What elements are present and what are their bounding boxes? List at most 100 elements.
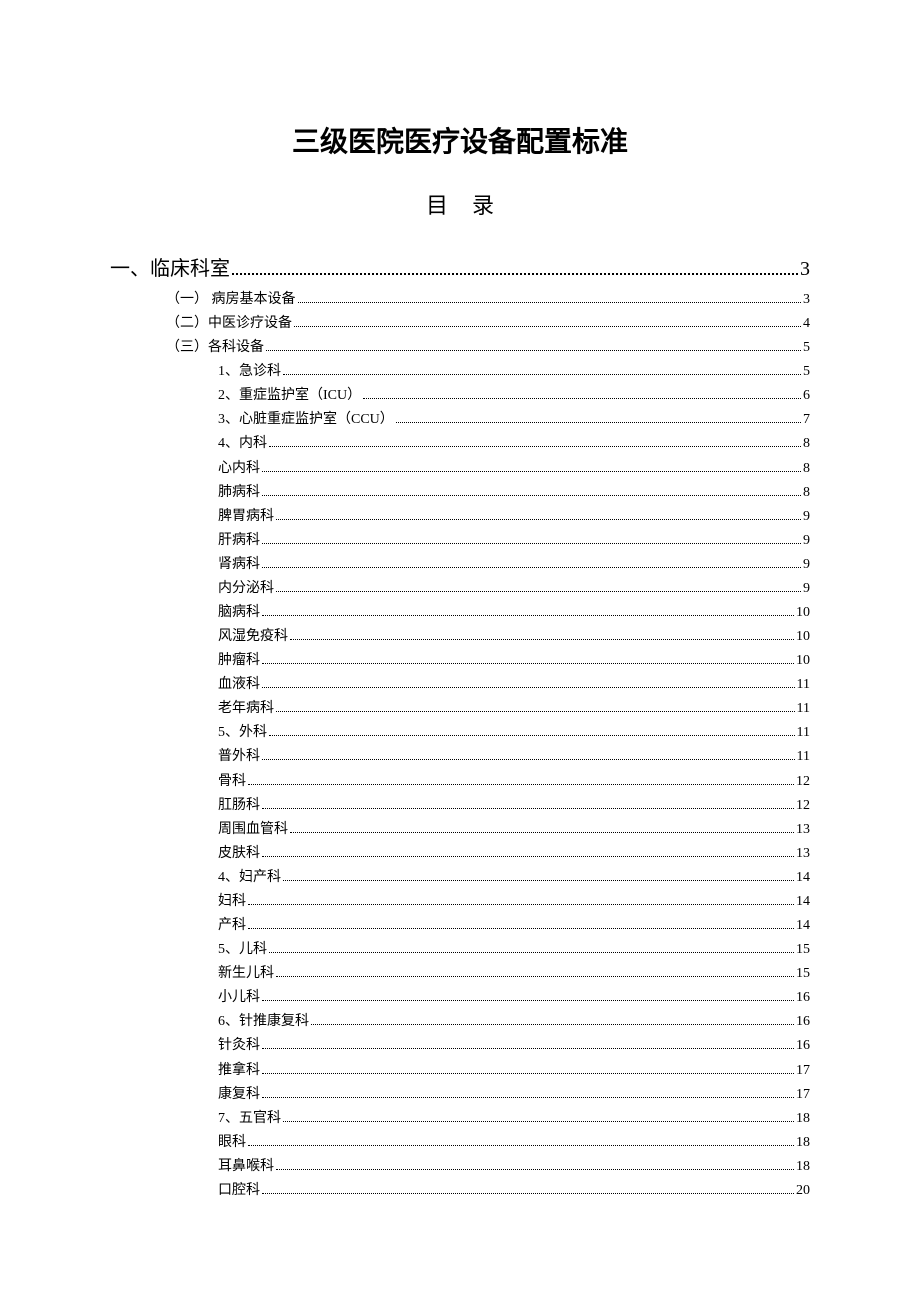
toc-entry[interactable]: 产科14 <box>110 914 810 938</box>
toc-entry-label: 心内科 <box>218 457 260 481</box>
toc-entry-label: 4、内科 <box>218 432 267 456</box>
toc-entry[interactable]: 周围血管科13 <box>110 818 810 842</box>
toc-entry-page: 11 <box>797 673 810 697</box>
toc-entry-page: 5 <box>803 336 810 360</box>
toc-entry-page: 11 <box>797 697 810 721</box>
toc-entry-page: 10 <box>796 601 810 625</box>
toc-entry-label: 康复科 <box>218 1083 260 1107</box>
toc-entry[interactable]: （三）各科设备5 <box>110 336 810 360</box>
toc-entry-page: 12 <box>796 794 810 818</box>
toc-entry[interactable]: 老年病科 11 <box>110 697 810 721</box>
toc-entry-label: 5、儿科 <box>218 938 267 962</box>
toc-entry[interactable]: （一） 病房基本设备 3 <box>110 288 810 312</box>
toc-entry-page: 5 <box>803 360 810 384</box>
toc-entry[interactable]: 脑病科 10 <box>110 601 810 625</box>
toc-leader-dots <box>269 735 795 736</box>
toc-entry[interactable]: 7、五官科18 <box>110 1107 810 1131</box>
toc-entry-label: 普外科 <box>218 745 260 769</box>
toc-leader-dots <box>276 519 801 520</box>
toc-entry-label: 老年病科 <box>218 697 274 721</box>
toc-entry[interactable]: 妇科14 <box>110 890 810 914</box>
toc-leader-dots <box>262 1048 794 1049</box>
toc-entry-page: 11 <box>797 745 810 769</box>
toc-leader-dots <box>248 904 794 905</box>
toc-leader-dots <box>276 976 794 977</box>
toc-entry-page: 7 <box>803 408 810 432</box>
toc-entry-page: 3 <box>800 250 810 288</box>
toc-entry[interactable]: 心内科8 <box>110 457 810 481</box>
toc-entry[interactable]: 肺病科8 <box>110 481 810 505</box>
toc-entry[interactable]: 骨科12 <box>110 770 810 794</box>
toc-entry[interactable]: 普外科 11 <box>110 745 810 769</box>
toc-entry-page: 16 <box>796 1034 810 1058</box>
toc-entry[interactable]: 皮肤科13 <box>110 842 810 866</box>
toc-entry[interactable]: 眼科18 <box>110 1131 810 1155</box>
toc-leader-dots <box>262 663 794 664</box>
toc-entry[interactable]: 4、内科8 <box>110 432 810 456</box>
toc-leader-dots <box>262 808 794 809</box>
toc-leader-dots <box>283 374 801 375</box>
toc-entry-page: 11 <box>797 721 810 745</box>
toc-entry-page: 4 <box>803 312 810 336</box>
toc-entry-page: 6 <box>803 384 810 408</box>
toc-entry-label: 骨科 <box>218 770 246 794</box>
toc-leader-dots <box>262 687 795 688</box>
toc-entry[interactable]: 肛肠科12 <box>110 794 810 818</box>
toc-leader-dots <box>262 1193 794 1194</box>
toc-leader-dots <box>262 759 795 760</box>
toc-entry[interactable]: 小儿科16 <box>110 986 810 1010</box>
toc-entry-label: 2、重症监护室（ICU） <box>218 384 361 408</box>
toc-entry-page: 8 <box>803 481 810 505</box>
document-title: 三级医院医疗设备配置标准 <box>110 120 810 160</box>
toc-leader-dots <box>262 1097 794 1098</box>
toc-entry-page: 3 <box>803 288 810 312</box>
toc-leader-dots <box>311 1024 794 1025</box>
toc-entry-page: 15 <box>796 962 810 986</box>
toc-entry-label: 7、五官科 <box>218 1107 281 1131</box>
toc-entry-page: 9 <box>803 505 810 529</box>
toc-leader-dots <box>266 350 801 351</box>
toc-entry[interactable]: 4、妇产科14 <box>110 866 810 890</box>
toc-entry-label: 推拿科 <box>218 1059 260 1083</box>
toc-entry-label: 脑病科 <box>218 601 260 625</box>
toc-leader-dots <box>294 326 801 327</box>
toc-leader-dots <box>276 1169 794 1170</box>
toc-entry[interactable]: 肝病科9 <box>110 529 810 553</box>
toc-entry-label: 3、心脏重症监护室（CCU） <box>218 408 394 432</box>
toc-entry[interactable]: 3、心脏重症监护室（CCU） 7 <box>110 408 810 432</box>
toc-entry[interactable]: 脾胃病科9 <box>110 505 810 529</box>
toc-entry[interactable]: 5、外科11 <box>110 721 810 745</box>
toc-leader-dots <box>262 856 794 857</box>
toc-entry-label: 小儿科 <box>218 986 260 1010</box>
toc-entry[interactable]: 推拿科17 <box>110 1059 810 1083</box>
toc-entry[interactable]: 新生儿科15 <box>110 962 810 986</box>
toc-leader-dots <box>262 615 794 616</box>
toc-entry-label: 一、临床科室 <box>110 250 230 288</box>
toc-entry[interactable]: 血液科11 <box>110 673 810 697</box>
toc-entry[interactable]: 肾病科9 <box>110 553 810 577</box>
toc-entry[interactable]: （二）中医诊疗设备4 <box>110 312 810 336</box>
toc-entry[interactable]: 内分泌科9 <box>110 577 810 601</box>
toc-entry[interactable]: 1、急诊科 5 <box>110 360 810 384</box>
toc-leader-dots <box>262 471 801 472</box>
toc-leader-dots <box>262 1073 794 1074</box>
toc-leader-dots <box>396 422 801 423</box>
toc-entry[interactable]: 5、儿科15 <box>110 938 810 962</box>
toc-leader-dots <box>276 591 801 592</box>
toc-entry[interactable]: 肿瘤科10 <box>110 649 810 673</box>
toc-entry[interactable]: 一、临床科室 3 <box>110 250 810 288</box>
toc-leader-dots <box>298 302 802 303</box>
toc-entry-label: （一） 病房基本设备 <box>166 288 296 312</box>
toc-leader-dots <box>262 1000 794 1001</box>
toc-entry[interactable]: 耳鼻喉科18 <box>110 1155 810 1179</box>
toc-entry[interactable]: 2、重症监护室（ICU） 6 <box>110 384 810 408</box>
toc-leader-dots <box>262 495 801 496</box>
toc-entry[interactable]: 风湿免疫科10 <box>110 625 810 649</box>
toc-leader-dots <box>248 1145 794 1146</box>
toc-entry[interactable]: 针灸科16 <box>110 1034 810 1058</box>
toc-entry-label: 1、急诊科 <box>218 360 281 384</box>
toc-entry[interactable]: 6、针推康复科16 <box>110 1010 810 1034</box>
toc-entry[interactable]: 口腔科20 <box>110 1179 810 1203</box>
toc-entry[interactable]: 康复科17 <box>110 1083 810 1107</box>
toc-entry-page: 9 <box>803 529 810 553</box>
